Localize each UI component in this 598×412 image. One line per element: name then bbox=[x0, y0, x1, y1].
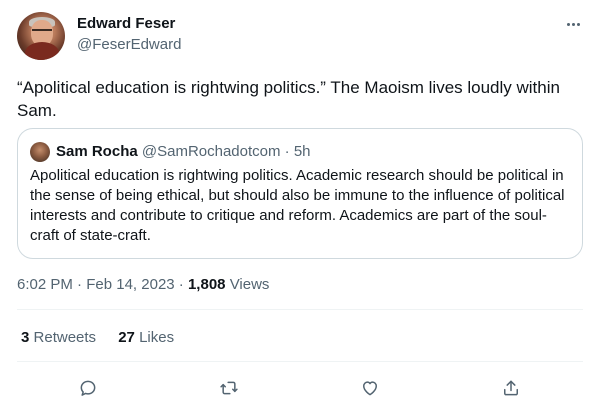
tweet-text: “Apolitical education is rightwing polit… bbox=[17, 78, 560, 120]
dot bbox=[576, 22, 580, 26]
quoted-tweet-time[interactable]: 5h bbox=[294, 143, 311, 160]
quoted-separator: · bbox=[284, 143, 290, 160]
likes-label: Likes bbox=[139, 329, 175, 346]
author-handle[interactable]: @FeserEdward bbox=[77, 36, 181, 53]
author-name[interactable]: Edward Feser bbox=[77, 15, 175, 32]
avatar-glasses bbox=[32, 29, 52, 33]
quoted-author-handle[interactable]: @SamRochadotcom bbox=[142, 143, 281, 160]
dot bbox=[571, 22, 575, 26]
quoted-tweet-card[interactable]: Sam Rocha @SamRochadotcom · 5h Apolitica… bbox=[17, 128, 583, 259]
retweets-stat[interactable]: 3 Retweets bbox=[21, 329, 100, 346]
tweet-date[interactable]: Feb 14, 2023 bbox=[86, 276, 174, 293]
heart-icon[interactable] bbox=[358, 376, 382, 400]
retweets-count: 3 bbox=[21, 329, 30, 346]
likes-stat[interactable]: 27 Likes bbox=[118, 329, 174, 346]
divider bbox=[17, 361, 583, 362]
quoted-tweet-text: Apolitical education is rightwing politi… bbox=[30, 167, 565, 244]
tweet-time[interactable]: 6:02 PM bbox=[17, 276, 73, 293]
retweets-label: Retweets bbox=[33, 329, 97, 346]
more-horizontal-icon[interactable] bbox=[561, 16, 585, 32]
views-count: 1,808 bbox=[187, 276, 226, 293]
quoted-author-avatar[interactable] bbox=[30, 142, 50, 162]
likes-count: 27 bbox=[118, 329, 135, 346]
retweet-icon[interactable] bbox=[217, 376, 241, 400]
dot bbox=[566, 22, 570, 26]
action-bar bbox=[0, 374, 598, 402]
views-label: Views bbox=[229, 276, 270, 293]
divider bbox=[17, 309, 583, 310]
meta-separator: · bbox=[178, 276, 184, 293]
tweet-metadata: 6:02 PM · Feb 14, 2023 · 1,808 Views bbox=[17, 276, 269, 293]
avatar-face bbox=[31, 20, 53, 46]
quoted-author-name[interactable]: Sam Rocha bbox=[56, 143, 138, 160]
meta-separator: · bbox=[77, 276, 83, 293]
reply-icon[interactable] bbox=[76, 376, 100, 400]
engagement-stats: 3 Retweets 27 Likes bbox=[21, 329, 192, 346]
quoted-tweet-header: Sam Rocha @SamRochadotcom · 5h bbox=[56, 143, 311, 160]
author-avatar[interactable] bbox=[17, 12, 65, 60]
share-icon[interactable] bbox=[499, 376, 523, 400]
